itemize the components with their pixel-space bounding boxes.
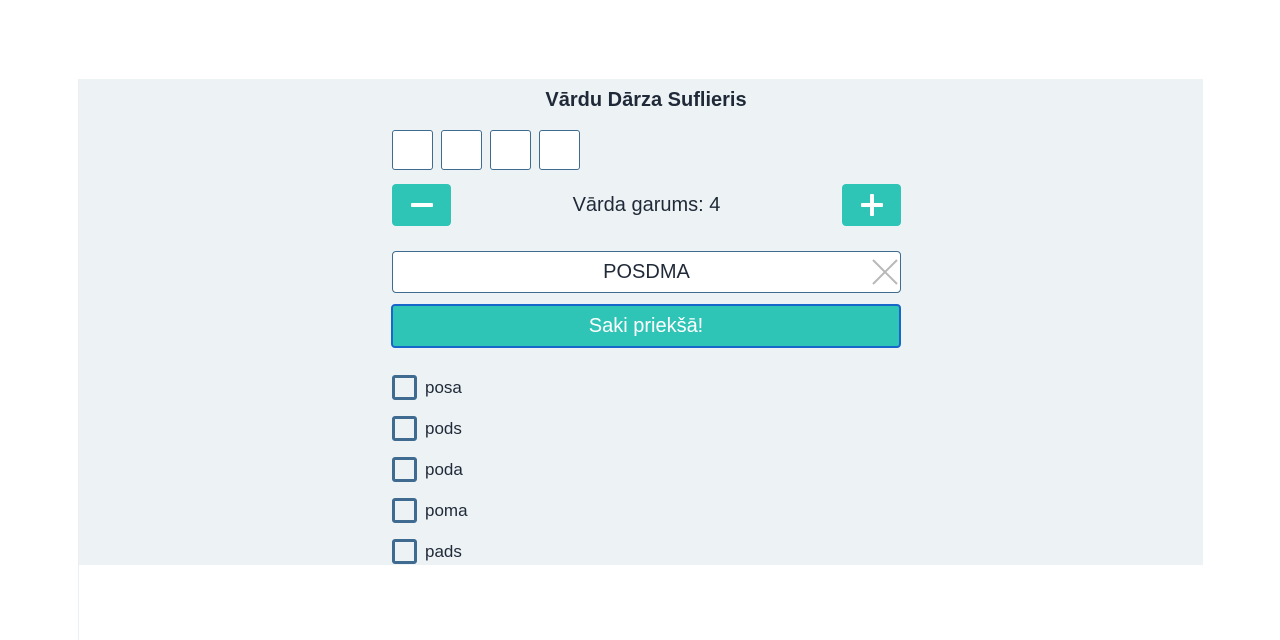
result-word: posa [425, 377, 462, 397]
submit-button[interactable]: Saki priekšā! [391, 304, 901, 348]
result-item: poma [392, 490, 901, 531]
clear-input-button[interactable] [871, 258, 899, 286]
letters-input-wrapper [392, 251, 901, 293]
result-checkbox[interactable] [392, 498, 417, 523]
increase-length-button[interactable] [842, 184, 901, 226]
letters-input[interactable] [392, 251, 901, 293]
letter-slot-4[interactable] [539, 130, 580, 170]
letter-slot-3[interactable] [490, 130, 531, 170]
result-word: poma [425, 500, 468, 520]
result-item: pads [392, 531, 901, 572]
result-checkbox[interactable] [392, 375, 417, 400]
letter-slot-2[interactable] [441, 130, 482, 170]
result-checkbox[interactable] [392, 416, 417, 441]
letter-slots [392, 130, 580, 170]
result-checkbox[interactable] [392, 539, 417, 564]
result-item: pods [392, 408, 901, 449]
result-word: poda [425, 459, 463, 479]
result-item: poda [392, 449, 901, 490]
letter-slot-1[interactable] [392, 130, 433, 170]
result-item: posa [392, 367, 901, 408]
decrease-length-button[interactable] [392, 184, 451, 226]
page-title: Vārdu Dārza Suflieris [545, 89, 747, 111]
result-word: pods [425, 418, 462, 438]
result-word: pads [425, 541, 462, 561]
word-length-label: Vārda garums: 4 [572, 194, 721, 216]
page: Vārdu Dārza Suflieris Vārda garums: 4 PO… [78, 79, 1203, 640]
close-icon [872, 259, 898, 285]
results-list: posa pods poda poma pads [392, 367, 901, 572]
minus-icon [410, 203, 433, 207]
plus-icon [860, 194, 883, 216]
result-checkbox[interactable] [392, 457, 417, 482]
length-controls: Vārda garums: 4 [392, 184, 901, 226]
app-panel: Vārdu Dārza Suflieris Vārda garums: 4 PO… [79, 79, 1203, 565]
